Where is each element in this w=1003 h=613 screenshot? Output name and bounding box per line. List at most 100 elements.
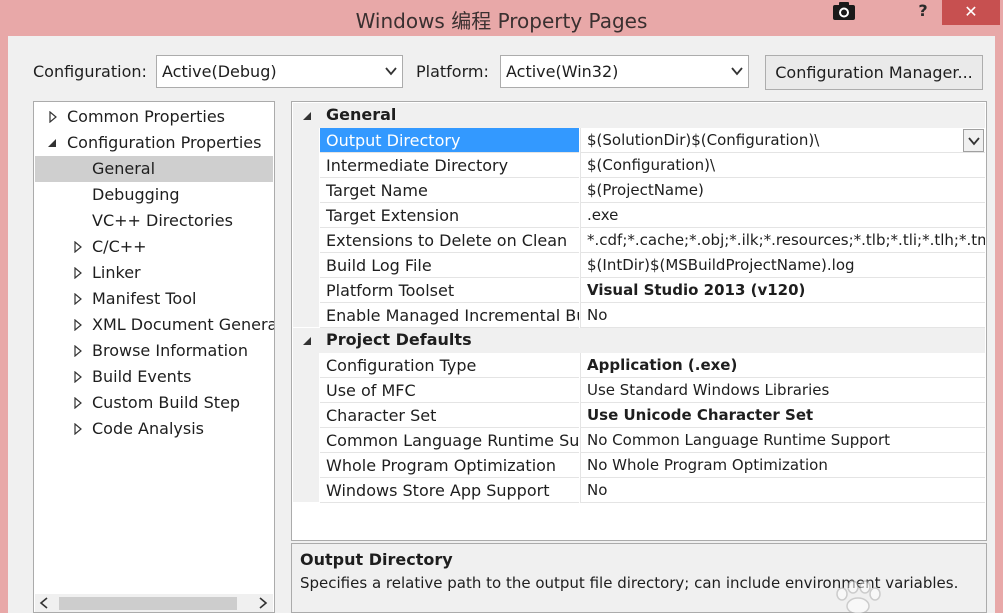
expand-arrow-icon[interactable] [73,319,83,331]
property-value-cell[interactable]: $(IntDir)$(MSBuildProjectName).log [580,253,985,278]
property-name-cell[interactable]: Use of MFC [320,378,579,403]
collapse-arrow-icon[interactable] [302,336,312,346]
expand-arrow-icon[interactable] [73,397,83,409]
expand-arrow-icon[interactable] [73,267,83,279]
property-value-cell[interactable]: $(Configuration)\ [580,153,985,178]
tree-item-label: Debugging [92,185,180,204]
tree-item-vc-directories[interactable]: VC++ Directories [35,208,273,234]
property-name: Use of MFC [326,381,416,400]
title-bar: Windows 编程 Property Pages ? ✕ [0,0,1003,36]
tree-item-label: VC++ Directories [92,211,233,230]
property-value: $(SolutionDir)$(Configuration)\ [587,131,820,149]
property-name-cell[interactable]: Target Extension [320,203,579,228]
property-row-use-of-mfc[interactable]: Use of MFC Use Standard Windows Librarie… [293,378,985,403]
expand-arrow-icon[interactable] [73,371,83,383]
property-name: Whole Program Optimization [326,456,557,475]
property-row-windows-store-app-support[interactable]: Windows Store App Support No [293,478,985,503]
property-value-cell[interactable]: .exe [580,203,985,228]
property-row-intermediate-directory[interactable]: Intermediate Directory $(Configuration)\ [293,153,985,178]
property-value: No Whole Program Optimization [587,456,828,474]
category-general[interactable]: General [293,103,985,128]
tree-item-c-cpp[interactable]: C/C++ [35,234,273,260]
property-row-target-name[interactable]: Target Name $(ProjectName) [293,178,985,203]
property-name-cell[interactable]: Character Set [320,403,579,428]
property-name-cell[interactable]: Enable Managed Incremental Bui [320,303,579,328]
property-row-platform-toolset[interactable]: Platform Toolset Visual Studio 2013 (v12… [293,278,985,303]
help-button[interactable]: ? [908,1,938,23]
tree-item-label: General [92,159,156,178]
property-row-output-directory[interactable]: Output Directory $(SolutionDir)$(Configu… [293,128,985,153]
property-name: Extensions to Delete on Clean [326,231,568,250]
property-name: Configuration Type [326,356,477,375]
expand-arrow-icon[interactable] [73,423,83,435]
tree-item-debugging[interactable]: Debugging [35,182,273,208]
property-value-cell[interactable]: $(ProjectName) [580,178,985,203]
tree-item-code-analysis[interactable]: Code Analysis [35,416,273,442]
collapse-arrow-icon[interactable] [47,137,57,149]
property-value-cell[interactable]: Use Standard Windows Libraries [580,378,985,403]
property-name-cell[interactable]: Target Name [320,178,579,203]
property-tree[interactable]: Common Properties Configuration Properti… [33,101,275,613]
expand-arrow-icon[interactable] [73,293,83,305]
collapse-arrow-icon[interactable] [302,111,312,121]
property-value-cell[interactable]: Use Unicode Character Set [580,403,985,428]
property-name-cell[interactable]: Whole Program Optimization [320,453,579,478]
property-value: No [587,481,608,499]
platform-dropdown[interactable]: Active(Win32) [500,55,749,88]
platform-label: Platform: [416,62,489,81]
tree-item-linker[interactable]: Linker [35,260,273,286]
property-name-cell[interactable]: Windows Store App Support [320,478,579,503]
platform-value: Active(Win32) [506,62,619,81]
property-value-cell[interactable]: No Common Language Runtime Support [580,428,985,453]
property-value-cell[interactable]: $(SolutionDir)$(Configuration)\ [580,128,985,153]
expand-arrow-icon[interactable] [73,345,83,357]
property-name-cell[interactable]: Output Directory [320,128,579,153]
property-value-cell[interactable]: *.cdf;*.cache;*.obj;*.ilk;*.resources;*.… [580,228,985,253]
property-name-cell[interactable]: Configuration Type [320,353,579,378]
property-row-managed-incremental-build[interactable]: Enable Managed Incremental Bui No [293,303,985,328]
tree-item-label: Custom Build Step [92,393,241,412]
property-value-cell[interactable]: Application (.exe) [580,353,985,378]
expand-arrow-icon[interactable] [73,241,83,253]
property-name-cell[interactable]: Build Log File [320,253,579,278]
tree-item-custom-build-step[interactable]: Custom Build Step [35,390,273,416]
scroll-left-icon[interactable] [39,597,49,609]
property-row-build-log-file[interactable]: Build Log File $(IntDir)$(MSBuildProject… [293,253,985,278]
tree-item-label: Browse Information [92,341,248,360]
property-row-target-extension[interactable]: Target Extension .exe [293,203,985,228]
value-dropdown-button[interactable] [963,129,984,152]
category-project-defaults[interactable]: Project Defaults [293,328,985,353]
property-name-cell[interactable]: Intermediate Directory [320,153,579,178]
configuration-dropdown[interactable]: Active(Debug) [156,55,403,88]
tree-item-xml-document-generator[interactable]: XML Document Generat [35,312,275,338]
tree-item-label: XML Document Generat [92,315,275,334]
tree-item-browse-information[interactable]: Browse Information [35,338,273,364]
property-row-clr-support[interactable]: Common Language Runtime Supp No Common L… [293,428,985,453]
close-button[interactable]: ✕ [942,0,1000,25]
tree-item-manifest-tool[interactable]: Manifest Tool [35,286,273,312]
property-name-cell[interactable]: Extensions to Delete on Clean [320,228,579,253]
property-name-cell[interactable]: Platform Toolset [320,278,579,303]
property-name: Target Extension [326,206,460,225]
tree-item-common-properties[interactable]: Common Properties [35,104,273,130]
scrollbar-thumb[interactable] [59,597,237,610]
property-name: Platform Toolset [326,281,455,300]
property-value-cell[interactable]: No [580,303,985,328]
property-value-cell[interactable]: No [580,478,985,503]
property-name-cell[interactable]: Common Language Runtime Supp [320,428,579,453]
configuration-manager-button[interactable]: Configuration Manager... [765,55,983,90]
tree-item-build-events[interactable]: Build Events [35,364,273,390]
tree-horizontal-scrollbar[interactable] [35,594,273,612]
scroll-right-icon[interactable] [258,597,268,609]
camera-icon[interactable] [832,1,856,21]
property-row-whole-program-optimization[interactable]: Whole Program Optimization No Whole Prog… [293,453,985,478]
property-row-configuration-type[interactable]: Configuration Type Application (.exe) [293,353,985,378]
tree-item-general[interactable]: General [35,156,273,182]
property-row-character-set[interactable]: Character Set Use Unicode Character Set [293,403,985,428]
tree-item-configuration-properties[interactable]: Configuration Properties [35,130,273,156]
property-value: *.cdf;*.cache;*.obj;*.ilk;*.resources;*.… [587,231,985,249]
property-value-cell[interactable]: No Whole Program Optimization [580,453,985,478]
property-row-extensions-to-delete[interactable]: Extensions to Delete on Clean *.cdf;*.ca… [293,228,985,253]
property-value-cell[interactable]: Visual Studio 2013 (v120) [580,278,985,303]
expand-arrow-icon[interactable] [48,111,58,123]
